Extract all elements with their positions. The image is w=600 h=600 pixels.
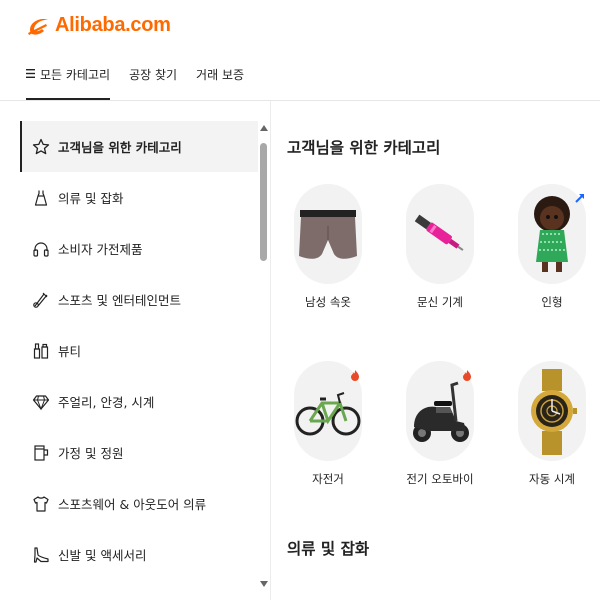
menu-icon (26, 69, 35, 78)
sidebar-item-label: 가정 및 정원 (58, 446, 124, 461)
star-icon (32, 138, 50, 154)
sidebar-item-sports[interactable]: 스포츠 및 엔터테인먼트 (20, 274, 258, 325)
sidebar-item-sportswear[interactable]: 스포츠웨어 & 아웃도어 의류 (20, 478, 258, 529)
shirt-icon (33, 495, 49, 512)
sidebar-item-label: 고객님을 위한 카테고리 (58, 140, 182, 155)
underwear-icon (299, 210, 357, 259)
tab-label: 모든 카테고리 (40, 68, 111, 82)
tile-label: 전기 오토바이 (406, 472, 474, 486)
tile-label: 자전거 (312, 472, 344, 486)
tile-image (518, 361, 586, 461)
sidebar-item-apparel[interactable]: 의류 및 잡화 (20, 172, 258, 223)
sidebar-item-home-garden[interactable]: 가정 및 정원 (20, 427, 258, 478)
scroll-down-arrow-icon[interactable] (259, 579, 269, 589)
tile-image (294, 184, 362, 284)
section-title: 고객님을 위한 카테고리 (287, 139, 441, 157)
tab-find-factory[interactable]: 공장 찾기 (129, 62, 177, 100)
category-tile-automatic-watch[interactable]: 자동 시계 (507, 361, 597, 487)
sports-icon (33, 292, 48, 308)
sidebar-item-label: 의류 및 잡화 (58, 191, 124, 206)
sidebar-item-label: 스포츠 및 엔터테인먼트 (58, 293, 181, 308)
sidebar-item-electronics[interactable]: 소비자 가전제품 (20, 223, 258, 274)
tile-label: 남성 속옷 (305, 295, 351, 309)
tab-label: 거래 보증 (196, 68, 245, 82)
home-garden-icon (34, 444, 49, 461)
sidebar-item-label: 스포츠웨어 & 아웃도어 의류 (58, 497, 207, 512)
tile-label: 자동 시계 (529, 472, 575, 486)
alibaba-logo-icon (28, 18, 48, 35)
tile-label: 문신 기계 (417, 295, 463, 309)
sidebar-item-label: 신발 및 액세서리 (58, 548, 147, 563)
diamond-icon (32, 394, 50, 410)
tile-label: 인형 (541, 295, 563, 309)
tab-label: 공장 찾기 (129, 68, 178, 82)
category-tile-bicycle[interactable]: 자전거 (283, 361, 373, 487)
sidebar-item-recommended[interactable]: 고객님을 위한 카테고리 (20, 121, 258, 172)
section-title: 의류 및 잡화 (287, 540, 370, 558)
scrollbar-thumb[interactable] (260, 143, 267, 261)
hot-icon (463, 370, 471, 381)
category-tile-doll[interactable]: 인형 (507, 184, 597, 310)
category-content: 고객님을 위한 카테고리 남성 속옷 문신 기계 인형 자전거 전기 오토바이 … (271, 101, 600, 600)
category-sidebar: 고객님을 위한 카테고리 의류 및 잡화 소비자 가전제품 스포츠 및 엔터테인… (20, 121, 258, 591)
dress-icon (34, 190, 48, 206)
sidebar-item-label: 주얼리, 안경, 시계 (58, 395, 155, 410)
tattoo-machine-icon (414, 214, 464, 251)
trending-up-icon (575, 194, 584, 203)
shoe-icon (33, 546, 49, 563)
tab-all-categories[interactable]: 모든 카테고리 (26, 62, 111, 100)
tile-image (406, 184, 474, 284)
sidebar-item-beauty[interactable]: 뷰티 (20, 325, 258, 376)
watch-icon (531, 369, 577, 455)
top-navigation: 모든 카테고리 공장 찾기 거래 보증 (26, 62, 600, 100)
tab-trade-assurance[interactable]: 거래 보증 (196, 62, 244, 100)
sidebar-item-label: 소비자 가전제품 (58, 242, 143, 257)
category-tile-mens-underwear[interactable]: 남성 속옷 (283, 184, 373, 310)
cosmetics-icon (33, 342, 49, 359)
sidebar-item-shoes[interactable]: 신발 및 액세서리 (20, 529, 258, 580)
hot-icon (351, 370, 359, 381)
sidebar-item-jewelry[interactable]: 주얼리, 안경, 시계 (20, 376, 258, 427)
category-tile-tattoo-machine[interactable]: 문신 기계 (395, 184, 485, 310)
category-tile-electric-motorcycle[interactable]: 전기 오토바이 (395, 361, 485, 487)
scroll-up-arrow-icon[interactable] (259, 123, 269, 133)
sidebar-scrollbar[interactable] (259, 121, 269, 589)
alibaba-logo[interactable]: Alibaba.com (26, 14, 171, 37)
headphones-icon (33, 241, 49, 257)
sidebar-item-label: 뷰티 (58, 344, 82, 359)
brand-name: Alibaba.com (55, 14, 171, 36)
